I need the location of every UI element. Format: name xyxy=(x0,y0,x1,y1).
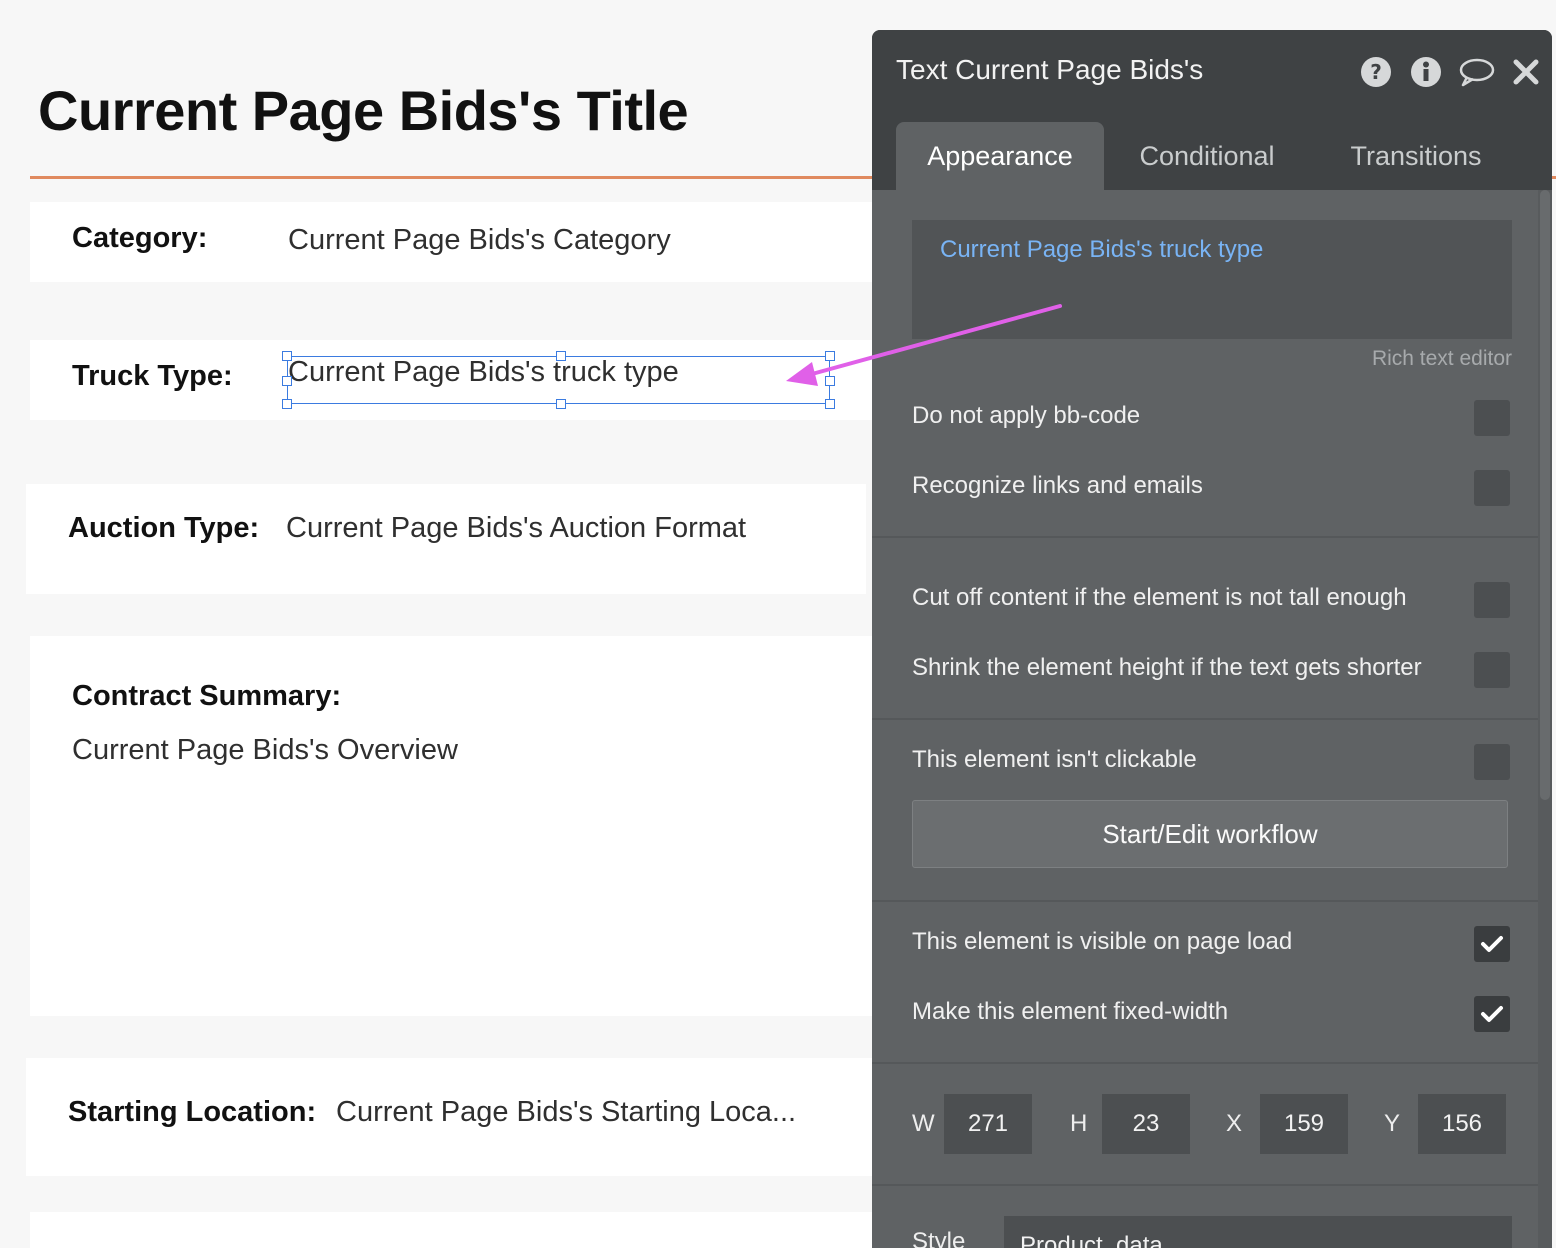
resize-handle-bottom[interactable] xyxy=(556,399,566,409)
auction-type-row[interactable]: Auction Type: Current Page Bids's Auctio… xyxy=(26,484,866,594)
tab-conditional[interactable]: Conditional xyxy=(1112,122,1302,190)
section-divider xyxy=(872,1184,1538,1186)
option-label-cut-off-content: Cut off content if the element is not ta… xyxy=(912,584,1407,611)
style-value: Product_data xyxy=(1020,1232,1163,1248)
property-editor-panel: Text Current Page Bids's ? Appearance Co… xyxy=(872,30,1552,1248)
contract-summary-value[interactable]: Current Page Bids's Overview xyxy=(72,734,458,767)
rich-text-editor-caption[interactable]: Rich text editor xyxy=(1372,347,1512,371)
contract-summary-label: Contract Summary: xyxy=(72,680,342,712)
style-label: Style xyxy=(912,1228,966,1248)
contract-summary-card[interactable]: Contract Summary: Current Page Bids's Ov… xyxy=(30,636,872,1016)
tab-transitions[interactable]: Transitions xyxy=(1322,122,1510,190)
resize-handle-top-right[interactable] xyxy=(825,351,835,361)
truck-type-label: Truck Type: xyxy=(72,360,233,392)
selection-outline xyxy=(287,356,830,404)
resize-handle-bottom-right[interactable] xyxy=(825,399,835,409)
tab-bar: Appearance Conditional Transitions xyxy=(872,108,1552,190)
width-input[interactable]: 271 xyxy=(944,1094,1032,1154)
height-input[interactable]: 23 xyxy=(1102,1094,1190,1154)
category-label: Category: xyxy=(72,222,208,254)
start-edit-workflow-button[interactable]: Start/Edit workflow xyxy=(912,800,1508,868)
checkbox-recognize-links[interactable] xyxy=(1474,470,1510,506)
scrollbar-thumb[interactable] xyxy=(1540,190,1550,800)
section-divider xyxy=(872,718,1538,720)
y-input[interactable]: 156 xyxy=(1418,1094,1506,1154)
category-value[interactable]: Current Page Bids's Category xyxy=(288,224,671,257)
category-row[interactable]: Category: Current Page Bids's Category xyxy=(30,202,872,282)
panel-header[interactable]: Text Current Page Bids's ? xyxy=(872,30,1552,108)
checkbox-fixed-width[interactable] xyxy=(1474,996,1510,1032)
resize-handle-top[interactable] xyxy=(556,351,566,361)
checkbox-visible-on-load[interactable] xyxy=(1474,926,1510,962)
rich-text-editor[interactable]: Current Page Bids's truck type xyxy=(912,220,1512,339)
height-label: H xyxy=(1070,1110,1088,1137)
resize-handle-bottom-left[interactable] xyxy=(282,399,292,409)
rich-text-content[interactable]: Current Page Bids's truck type xyxy=(940,236,1263,264)
panel-title: Text Current Page Bids's xyxy=(896,54,1204,85)
section-divider xyxy=(872,900,1538,902)
option-label-bb-code: Do not apply bb-code xyxy=(912,402,1141,429)
next-card[interactable] xyxy=(30,1212,872,1248)
section-divider xyxy=(872,536,1538,538)
style-dropdown[interactable]: Product_data xyxy=(1004,1216,1512,1248)
tab-appearance[interactable]: Appearance xyxy=(896,122,1104,190)
checkbox-cut-off-content[interactable] xyxy=(1474,582,1510,618)
starting-location-label: Starting Location: xyxy=(68,1096,317,1128)
auction-type-value[interactable]: Current Page Bids's Auction Format xyxy=(286,512,746,545)
x-input[interactable]: 159 xyxy=(1260,1094,1348,1154)
option-label-not-clickable: This element isn't clickable xyxy=(912,746,1197,773)
page-title[interactable]: Current Page Bids's Title xyxy=(38,78,689,143)
close-icon[interactable] xyxy=(1512,56,1540,88)
x-label: X xyxy=(1226,1110,1243,1137)
checkbox-bb-code[interactable] xyxy=(1474,400,1510,436)
help-icon[interactable]: ? xyxy=(1360,56,1392,88)
width-label: W xyxy=(912,1110,935,1137)
section-divider xyxy=(872,1062,1538,1064)
checkbox-shrink-height[interactable] xyxy=(1474,652,1510,688)
checkmark-icon xyxy=(1481,1006,1503,1022)
starting-location-row[interactable]: Starting Location: Current Page Bids's S… xyxy=(26,1058,872,1176)
option-label-recognize-links: Recognize links and emails xyxy=(912,472,1203,499)
option-label-visible-on-load: This element is visible on page load xyxy=(912,928,1293,955)
resize-handle-right[interactable] xyxy=(825,376,835,386)
y-label: Y xyxy=(1384,1110,1401,1137)
resize-handle-left[interactable] xyxy=(282,376,292,386)
svg-text:?: ? xyxy=(1370,60,1382,84)
starting-location-value[interactable]: Current Page Bids's Starting Loca... xyxy=(336,1096,796,1129)
checkmark-icon xyxy=(1481,936,1503,952)
info-icon[interactable] xyxy=(1410,56,1442,88)
option-label-fixed-width: Make this element fixed-width xyxy=(912,998,1229,1025)
auction-type-label: Auction Type: xyxy=(68,512,260,544)
comment-icon[interactable] xyxy=(1458,56,1496,88)
option-label-shrink-height: Shrink the element height if the text ge… xyxy=(912,654,1422,681)
checkbox-not-clickable[interactable] xyxy=(1474,744,1510,780)
panel-scrollbar[interactable] xyxy=(1538,190,1552,1248)
resize-handle-top-left[interactable] xyxy=(282,351,292,361)
